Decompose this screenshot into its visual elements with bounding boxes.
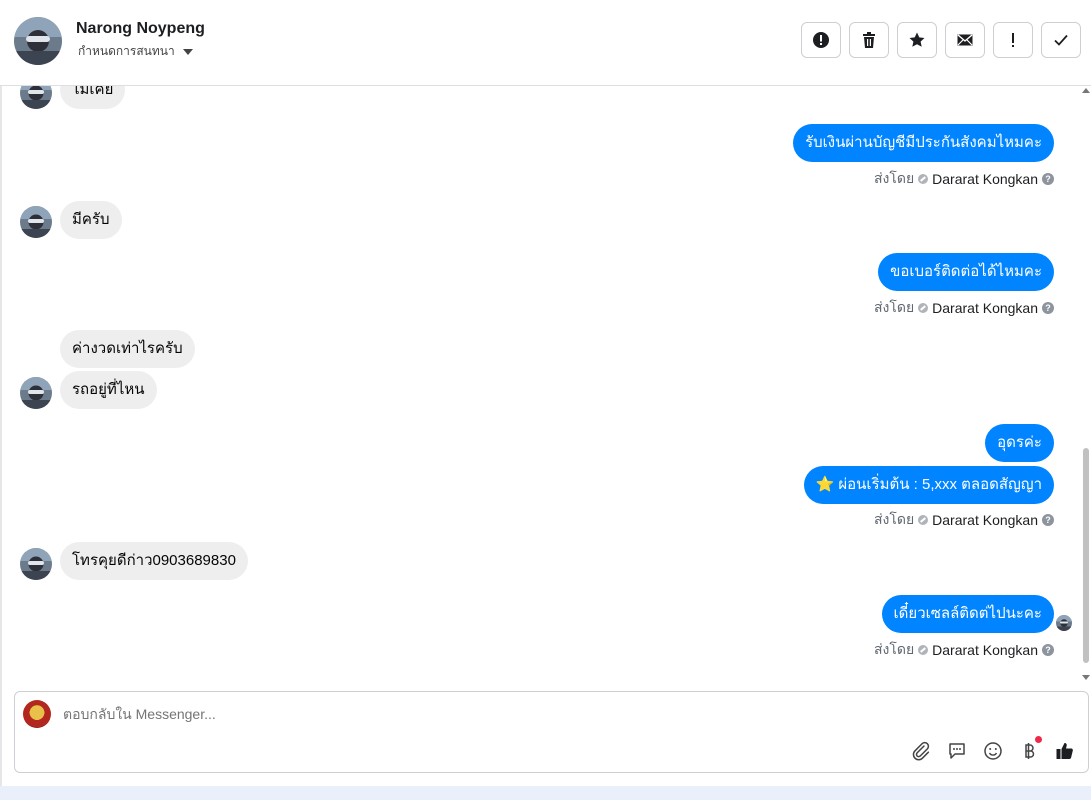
saved-reply-icon — [949, 743, 965, 759]
mark-done-button[interactable] — [1041, 22, 1081, 58]
sent-by-prefix: ส่งโดย — [873, 511, 915, 527]
sender-name[interactable]: Dararat Kongkan — [932, 512, 1038, 528]
reply-composer — [14, 691, 1089, 773]
baht-payment-icon — [1025, 743, 1035, 759]
outgoing-message[interactable]: ⭐ ผ่อนเริ่มต้น : 5,xxx ตลอดสัญญา — [803, 466, 1054, 504]
sender-name[interactable]: Dararat Kongkan — [932, 171, 1038, 187]
verified-icon — [918, 515, 929, 525]
outgoing-message[interactable]: เดี๋ยวเซลล์ติดต่ไปนะคะ — [881, 595, 1054, 633]
verified-icon — [918, 174, 929, 184]
conversation-header: Narong Noypeng กำหนดการสนทนา — [0, 0, 1091, 86]
conversation-label-dropdown[interactable]: กำหนดการสนทนา — [78, 42, 193, 61]
incoming-message[interactable]: โทรคุยดีก่าว0903689830 — [60, 542, 248, 580]
messenger-inbox: Narong Noypeng กำหนดการสนทนา ไม่เคย รับเ… — [0, 0, 1091, 800]
sent-by-prefix: ส่งโดย — [873, 170, 915, 186]
emoji-button[interactable] — [982, 740, 1004, 762]
payment-button[interactable] — [1018, 736, 1042, 762]
contact-avatar[interactable] — [14, 17, 62, 65]
sent-by-line: ส่งโดย Dararat Kongkan ? — [874, 297, 1054, 319]
scrollbar-thumb[interactable] — [1083, 448, 1089, 663]
contact-avatar-small[interactable] — [20, 377, 52, 409]
star-icon — [909, 32, 925, 47]
sender-name[interactable]: Dararat Kongkan — [932, 642, 1038, 658]
seen-by-avatar — [1056, 615, 1072, 631]
contact-avatar-small[interactable] — [20, 206, 52, 238]
outgoing-message[interactable]: รับเงินผ่านบัญชีมีประกันสังคมไหมคะ — [793, 124, 1054, 162]
star-button[interactable] — [897, 22, 937, 58]
sent-by-prefix: ส่งโดย — [873, 299, 915, 315]
reply-input[interactable] — [63, 706, 963, 722]
notification-dot — [1035, 736, 1042, 743]
saved-replies-button[interactable] — [946, 740, 968, 762]
exclamation-circle-icon — [813, 32, 829, 48]
help-icon[interactable]: ? — [1042, 514, 1054, 526]
incoming-message[interactable]: ค่างวดเท่าไรครับ — [60, 330, 195, 368]
mark-unread-button[interactable] — [945, 22, 985, 58]
sent-by-prefix: ส่งโดย — [873, 641, 915, 657]
thumbs-up-icon — [1056, 743, 1073, 759]
incoming-message[interactable]: ไม่เคย — [60, 86, 126, 109]
conversation-toolbar — [801, 22, 1081, 58]
paperclip-icon — [912, 741, 930, 761]
contact-avatar-small[interactable] — [20, 548, 52, 580]
incoming-message[interactable]: รถอยู่ที่ไหน — [60, 371, 157, 409]
delete-button[interactable] — [849, 22, 889, 58]
verified-icon — [918, 645, 929, 655]
message-thread[interactable]: ไม่เคย รับเงินผ่านบัญชีมีประกันสังคมไหมค… — [0, 86, 1091, 686]
envelope-icon — [957, 34, 973, 46]
trash-icon — [863, 32, 875, 48]
check-icon — [1054, 34, 1068, 46]
thread-scrollbar[interactable] — [1082, 88, 1090, 680]
page-bottom-strip — [0, 786, 1091, 800]
incoming-message[interactable]: มีครับ — [60, 201, 122, 239]
contact-avatar-small[interactable] — [20, 86, 52, 109]
verified-icon — [918, 303, 929, 313]
mark-spam-button[interactable] — [801, 22, 841, 58]
page-avatar — [23, 700, 51, 728]
label-dropdown-text: กำหนดการสนทนา — [78, 44, 175, 58]
sent-by-line: ส่งโดย Dararat Kongkan ? — [874, 509, 1054, 531]
composer-tools — [910, 736, 1076, 762]
help-icon[interactable]: ? — [1042, 644, 1054, 656]
outgoing-message[interactable]: ขอเบอร์ติดต่อได้ไหมคะ — [878, 253, 1054, 291]
help-icon[interactable]: ? — [1042, 173, 1054, 185]
sent-by-line: ส่งโดย Dararat Kongkan ? — [874, 168, 1054, 190]
mark-important-button[interactable] — [993, 22, 1033, 58]
caret-down-icon — [182, 48, 193, 55]
exclamation-icon — [1012, 33, 1014, 47]
scroll-up-arrow-icon[interactable] — [1082, 88, 1090, 93]
attach-button[interactable] — [910, 740, 932, 762]
sender-name[interactable]: Dararat Kongkan — [932, 300, 1038, 316]
help-icon[interactable]: ? — [1042, 302, 1054, 314]
sent-by-line: ส่งโดย Dararat Kongkan ? — [874, 639, 1054, 661]
emoji-icon — [984, 742, 1002, 760]
like-button[interactable] — [1054, 740, 1076, 762]
scroll-down-arrow-icon[interactable] — [1082, 675, 1090, 680]
contact-name[interactable]: Narong Noypeng — [76, 20, 205, 38]
outgoing-message[interactable]: อุดรค่ะ — [985, 424, 1054, 462]
